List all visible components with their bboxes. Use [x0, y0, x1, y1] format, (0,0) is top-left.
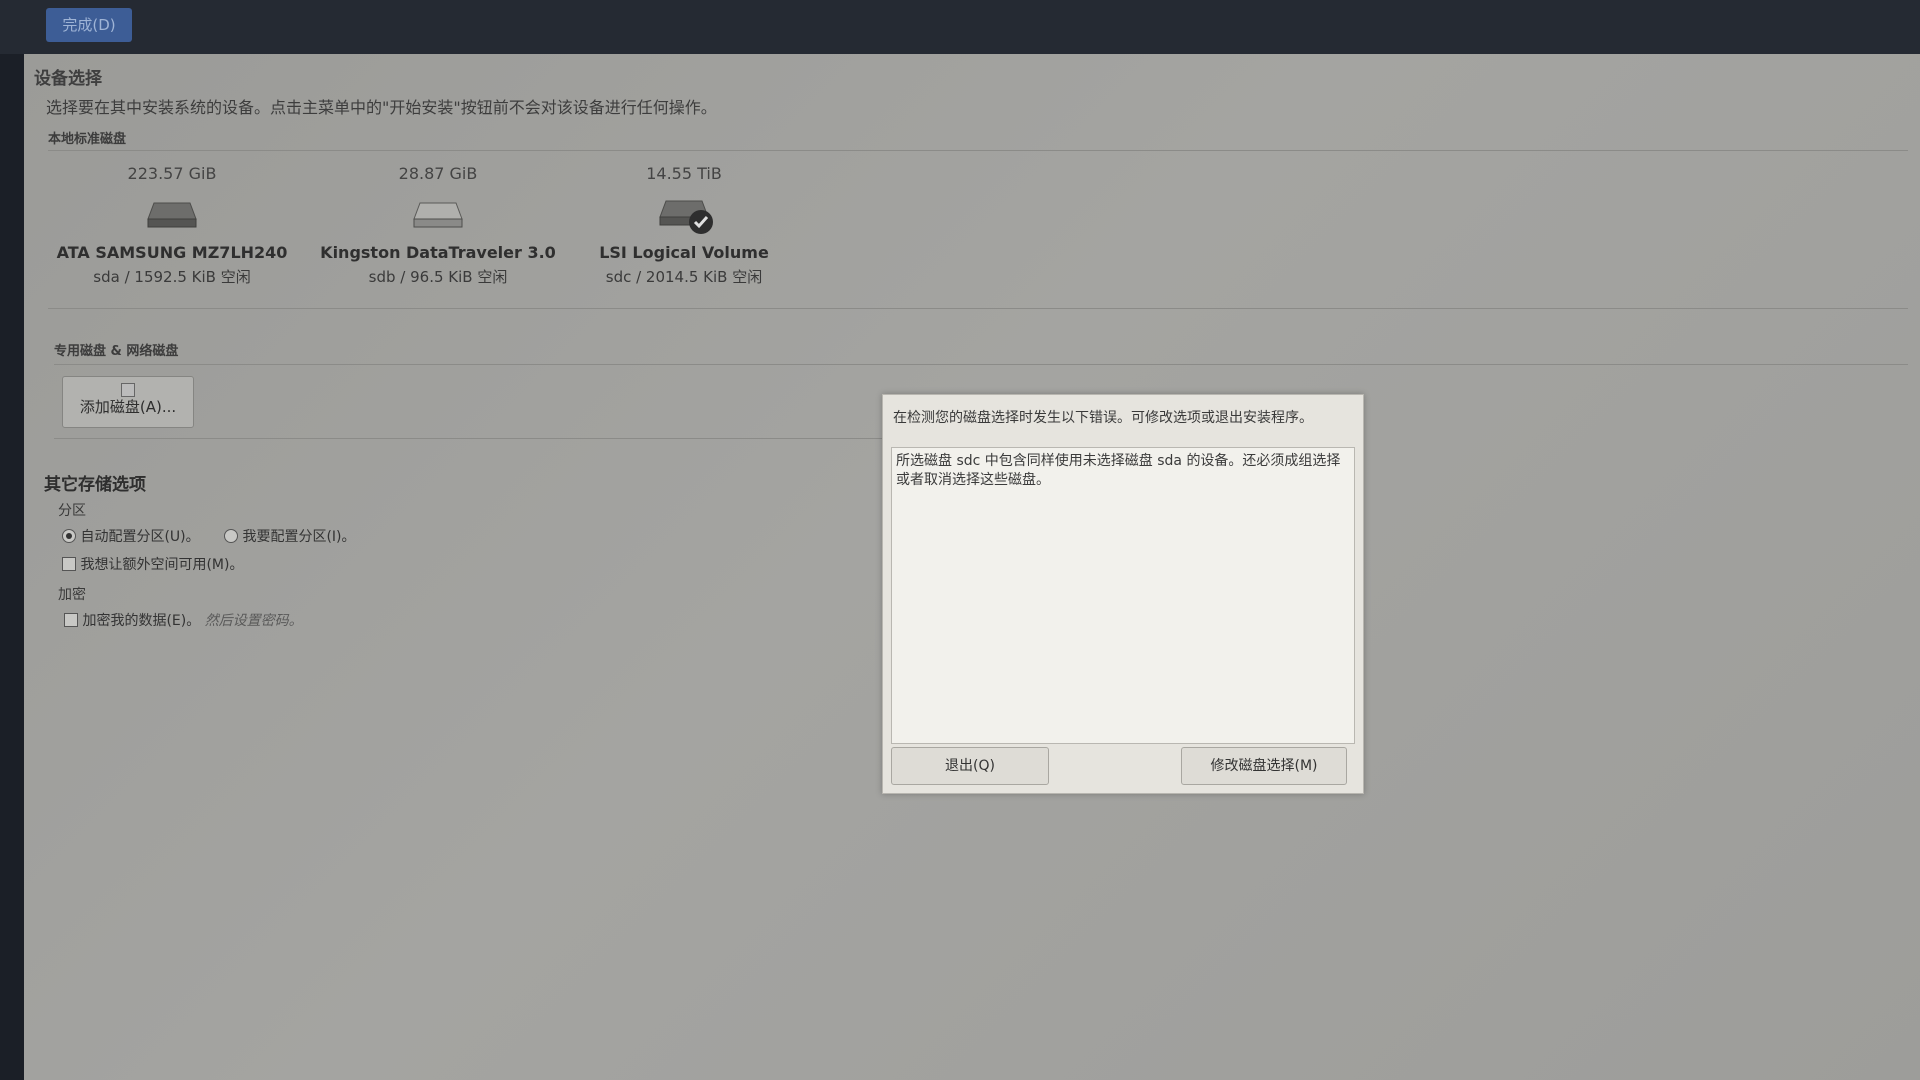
encrypt-option[interactable]: 加密我的数据(E)。 然后设置密码。: [64, 610, 303, 630]
local-disks-heading: 本地标准磁盘: [48, 132, 127, 147]
disk-name: LSI Logical Volume: [599, 243, 769, 262]
auto-partition-option[interactable]: 自动配置分区(U)。: [62, 526, 200, 546]
other-storage-title: 其它存储选项: [44, 475, 146, 495]
disk-name: ATA SAMSUNG MZ7LH240: [56, 243, 288, 262]
disk-size: 28.87 GiB: [398, 164, 478, 183]
divider: [54, 364, 1908, 365]
disk-size: 14.55 TiB: [646, 164, 722, 183]
extra-space-label: 我想让额外空间可用(M)。: [80, 557, 244, 573]
disk-sda[interactable]: 223.57 GiB ATA SAMSUNG MZ7LH240 sda / 15…: [52, 164, 292, 287]
radio-selected-icon[interactable]: [62, 529, 76, 543]
divider: [48, 150, 1908, 151]
manual-partition-label: 我要配置分区(I)。: [242, 529, 356, 545]
divider: [48, 308, 1908, 309]
hard-disk-icon: [410, 195, 466, 231]
checkbox-icon[interactable]: [64, 613, 78, 627]
encryption-label: 加密: [58, 587, 86, 603]
disk-info: sda / 1592.5 KiB 空闲: [93, 268, 251, 286]
quit-button[interactable]: 退出(Q): [891, 747, 1049, 785]
radio-icon[interactable]: [224, 529, 238, 543]
partition-label: 分区: [58, 503, 86, 519]
hard-disk-icon: [656, 195, 713, 234]
disk-info: sdb / 96.5 KiB 空闲: [368, 268, 508, 286]
top-bar: 完成(D): [0, 0, 1920, 54]
disk-small-icon: [121, 383, 135, 397]
encrypt-hint: 然后设置密码。: [204, 613, 303, 629]
manual-partition-option[interactable]: 我要配置分区(I)。: [224, 526, 356, 546]
dialog-header: 在检测您的磁盘选择时发生以下错误。可修改选项或退出安装程序。: [893, 410, 1313, 426]
encrypt-label: 加密我的数据(E)。: [82, 613, 201, 629]
modify-disk-selection-button[interactable]: 修改磁盘选择(M): [1181, 747, 1347, 785]
add-disk-label: 添加磁盘(A)...: [79, 398, 177, 416]
add-disk-button[interactable]: 添加磁盘(A)...: [62, 376, 194, 428]
divider: [54, 438, 914, 439]
page-title: 设备选择: [34, 69, 102, 89]
disk-sdb[interactable]: 28.87 GiB Kingston DataTraveler 3.0 sdb …: [318, 164, 558, 287]
page-subtitle: 选择要在其中安装系统的设备。点击主菜单中的"开始安装"按钮前不会对该设备进行任何…: [46, 98, 717, 117]
extra-space-option[interactable]: 我想让额外空间可用(M)。: [62, 554, 243, 574]
checkbox-icon[interactable]: [62, 557, 76, 571]
special-disks-heading: 专用磁盘 & 网络磁盘: [54, 344, 179, 359]
dialog-message: 所选磁盘 sdc 中包含同样使用未选择磁盘 sda 的设备。还必须成组选择或者取…: [896, 453, 1341, 488]
disk-name: Kingston DataTraveler 3.0: [320, 243, 556, 262]
disk-info: sdc / 2014.5 KiB 空闲: [605, 268, 763, 286]
error-dialog: 在检测您的磁盘选择时发生以下错误。可修改选项或退出安装程序。 所选磁盘 sdc …: [882, 394, 1364, 794]
auto-partition-label: 自动配置分区(U)。: [80, 529, 200, 545]
hard-disk-icon: [144, 195, 200, 231]
checkmark-icon: [689, 210, 713, 234]
disk-sdc[interactable]: 14.55 TiB LSI Logical Volume sdc / 2014.…: [564, 164, 804, 287]
dialog-message-box: 所选磁盘 sdc 中包含同样使用未选择磁盘 sda 的设备。还必须成组选择或者取…: [891, 447, 1355, 744]
disk-size: 223.57 GiB: [127, 164, 217, 183]
done-button[interactable]: 完成(D): [46, 8, 132, 42]
